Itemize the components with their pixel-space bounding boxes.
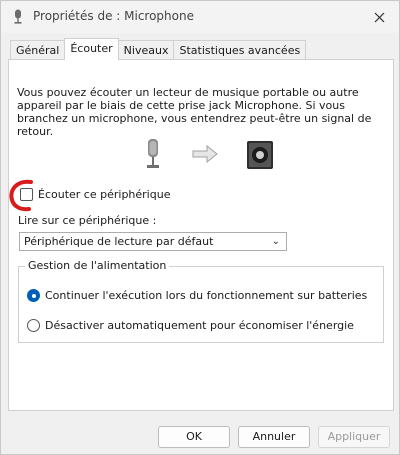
tab-strip: Général Écouter Niveaux Statistiques ava… (10, 38, 307, 60)
listen-checkbox[interactable] (20, 188, 33, 201)
listen-description: Vous pouvez écouter un lecteur de musiqu… (17, 86, 372, 138)
speaker-icon (247, 141, 273, 169)
radio-continue-row[interactable]: Continuer l'exécution lors du fonctionne… (27, 289, 367, 302)
tab-advanced-stats[interactable]: Statistiques avancées (173, 40, 307, 60)
radio-disable-row[interactable]: Désactiver automatiquement pour économis… (27, 319, 354, 332)
tab-listen[interactable]: Écouter (64, 38, 119, 60)
power-management-group: Gestion de l'alimentation Continuer l'ex… (18, 259, 384, 343)
playback-device-select[interactable]: Périphérique de lecture par défaut ⌄ (19, 232, 287, 251)
microphone-icon (14, 9, 22, 24)
tab-general[interactable]: Général (10, 40, 66, 60)
title-bar: Propriétés de : Microphone (1, 1, 399, 33)
dialog-footer: OK Annuler Appliquer (1, 414, 399, 454)
microphone-icon (147, 139, 159, 168)
close-icon (374, 12, 384, 22)
arrow-right-icon (192, 144, 218, 164)
radio-disable-label: Désactiver automatiquement pour économis… (45, 319, 354, 332)
radio-continue-label: Continuer l'exécution lors du fonctionne… (45, 289, 368, 302)
listen-checkbox-row[interactable]: Écouter ce périphérique (20, 188, 170, 201)
play-on-label: Lire sur ce périphérique : (18, 214, 157, 227)
chevron-down-icon: ⌄ (271, 236, 280, 247)
cancel-button[interactable]: Annuler (238, 426, 310, 448)
power-group-title: Gestion de l'alimentation (25, 259, 170, 272)
radio-continue-on-battery[interactable] (27, 289, 40, 302)
listen-checkbox-label: Écouter ce périphérique (38, 188, 171, 201)
listen-panel: Vous pouvez écouter un lecteur de musiqu… (8, 59, 394, 411)
tab-levels[interactable]: Niveaux (117, 40, 175, 60)
apply-button[interactable]: Appliquer (318, 426, 390, 448)
radio-disable-to-save-energy[interactable] (27, 319, 40, 332)
playback-device-value: Périphérique de lecture par défaut (24, 235, 214, 248)
device-illustration (147, 139, 273, 169)
close-button[interactable] (359, 1, 399, 33)
window-title: Propriétés de : Microphone (33, 9, 194, 23)
properties-dialog: Propriétés de : Microphone Général Écout… (0, 0, 400, 455)
ok-button[interactable]: OK (158, 426, 230, 448)
